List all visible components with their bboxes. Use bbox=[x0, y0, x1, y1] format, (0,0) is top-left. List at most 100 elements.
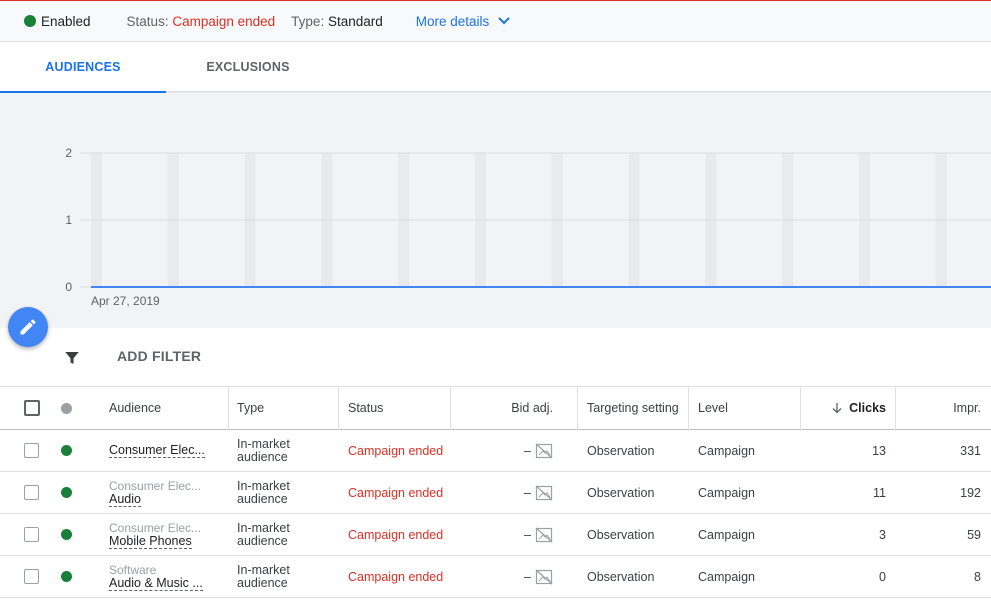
table-row[interactable]: Consumer Elec... Audio In-market audienc… bbox=[0, 472, 991, 514]
no-image-icon bbox=[535, 443, 553, 458]
chevron-down-icon bbox=[498, 17, 511, 25]
clicks-cell: 0 bbox=[879, 569, 886, 584]
level-cell: Campaign bbox=[698, 569, 755, 584]
table-row[interactable]: Consumer Elec... In-market audience Camp… bbox=[0, 430, 991, 472]
type-cell: In-market audience bbox=[237, 472, 290, 513]
audience-cell: Consumer Elec... Audio bbox=[109, 472, 201, 513]
enabled-dot-icon[interactable] bbox=[61, 445, 72, 456]
row-status: Campaign ended bbox=[348, 527, 444, 542]
row-status: Campaign ended bbox=[348, 443, 444, 458]
filter-bar: ADD FILTER bbox=[0, 328, 991, 386]
row-status-cell bbox=[61, 472, 72, 513]
tab-audiences[interactable]: AUDIENCES bbox=[0, 42, 166, 93]
row-checkbox[interactable] bbox=[24, 527, 39, 542]
row-checkbox[interactable] bbox=[24, 443, 39, 458]
row-status: Campaign ended bbox=[348, 485, 444, 500]
audience-name-link[interactable]: Consumer Elec... bbox=[109, 443, 205, 458]
table-row[interactable]: Software Audio & Music ... In-market aud… bbox=[0, 556, 991, 598]
enabled-dot-icon[interactable] bbox=[61, 529, 72, 540]
level-cell: Campaign bbox=[698, 485, 755, 500]
level-cell: Campaign bbox=[698, 527, 755, 542]
targeting-cell: Observation bbox=[587, 527, 655, 542]
type-line-1: In-market bbox=[237, 520, 290, 535]
header-targeting-setting[interactable]: Targeting setting bbox=[587, 387, 679, 429]
column-divider bbox=[577, 387, 578, 431]
tab-exclusions[interactable]: EXCLUSIONS bbox=[166, 42, 330, 92]
status-header-dot-icon bbox=[61, 402, 72, 414]
header-impr[interactable]: Impr. bbox=[895, 387, 981, 429]
impr-cell: 192 bbox=[960, 485, 981, 500]
no-image-icon bbox=[535, 485, 553, 500]
add-filter-button[interactable]: ADD FILTER bbox=[117, 348, 201, 364]
header-audience[interactable]: Audience bbox=[109, 387, 161, 429]
audience-name-link[interactable]: Audio bbox=[109, 492, 141, 507]
column-divider bbox=[228, 387, 229, 431]
clicks-cell: 11 bbox=[873, 485, 886, 500]
type-line-2: audience bbox=[237, 533, 288, 548]
select-all-checkbox[interactable] bbox=[24, 400, 40, 416]
filter-icon[interactable] bbox=[63, 349, 81, 367]
bid-adj-value: – bbox=[524, 527, 531, 542]
row-checkbox[interactable] bbox=[24, 485, 39, 500]
header-clicks[interactable]: Clicks bbox=[800, 387, 886, 429]
row-status-cell bbox=[61, 514, 72, 555]
bid-adj-value: – bbox=[524, 485, 531, 500]
header-type[interactable]: Type bbox=[237, 387, 264, 429]
audience-tabs: AUDIENCES EXCLUSIONS bbox=[0, 42, 991, 93]
type-line-1: In-market bbox=[237, 436, 290, 451]
edit-fab-button[interactable] bbox=[8, 307, 48, 347]
audiences-table: Audience Type Status Bid adj. Targeting … bbox=[0, 386, 991, 598]
type-cell: In-market audience bbox=[237, 514, 290, 555]
audience-name-link[interactable]: Mobile Phones bbox=[109, 534, 192, 549]
bid-adj-value: – bbox=[524, 443, 531, 458]
row-status-cell bbox=[61, 556, 72, 597]
header-clicks-label: Clicks bbox=[849, 401, 886, 415]
sort-down-arrow-icon bbox=[832, 403, 842, 414]
header-bid-adj[interactable]: Bid adj. bbox=[450, 387, 553, 429]
status-dot-header bbox=[61, 387, 72, 429]
level-cell: Campaign bbox=[698, 443, 755, 458]
pencil-icon bbox=[20, 319, 36, 335]
type-label: Type: bbox=[291, 13, 325, 29]
row-select-cell bbox=[24, 472, 39, 513]
enabled-dot-icon bbox=[24, 15, 36, 27]
table-header-row: Audience Type Status Bid adj. Targeting … bbox=[0, 386, 991, 431]
more-details-button[interactable]: More details bbox=[416, 14, 512, 29]
bid-adj-cell[interactable]: – bbox=[450, 430, 553, 471]
campaign-status-bar: Enabled Status: Campaign ended Type: Sta… bbox=[0, 0, 991, 42]
row-checkbox[interactable] bbox=[24, 569, 39, 584]
row-select-cell bbox=[24, 514, 39, 555]
header-status[interactable]: Status bbox=[348, 387, 383, 429]
type-line-1: In-market bbox=[237, 478, 290, 493]
audience-cell: Consumer Elec... Mobile Phones bbox=[109, 514, 201, 555]
type-value: Standard bbox=[327, 13, 383, 29]
header-level[interactable]: Level bbox=[698, 387, 728, 429]
clicks-cell: 3 bbox=[879, 527, 886, 542]
bid-adj-cell[interactable]: – bbox=[450, 514, 553, 555]
bid-adj-cell[interactable]: – bbox=[450, 556, 553, 597]
campaign-status: Status: Campaign ended bbox=[127, 14, 276, 29]
audience-cell: Consumer Elec... bbox=[109, 430, 205, 471]
type-line-2: audience bbox=[237, 449, 288, 464]
row-select-cell bbox=[24, 430, 39, 471]
enabled-dot-icon[interactable] bbox=[61, 571, 72, 582]
chart-svg: 0 1 2 Apr 27, 2019 bbox=[65, 146, 991, 308]
campaign-type: Type: Standard bbox=[291, 14, 383, 29]
targeting-cell: Observation bbox=[587, 569, 655, 584]
performance-chart: 0 1 2 Apr 27, 2019 bbox=[0, 93, 991, 328]
audience-name-link[interactable]: Audio & Music ... bbox=[109, 576, 203, 591]
y-tick-label: 0 bbox=[65, 280, 72, 294]
enabled-dot-icon[interactable] bbox=[61, 487, 72, 498]
more-details-label: More details bbox=[415, 13, 490, 29]
impr-cell: 331 bbox=[960, 443, 981, 458]
type-line-2: audience bbox=[237, 575, 288, 590]
audience-parent: Consumer Elec... bbox=[109, 520, 202, 535]
table-row[interactable]: Consumer Elec... Mobile Phones In-market… bbox=[0, 514, 991, 556]
enabled-status[interactable]: Enabled bbox=[24, 14, 91, 29]
row-select-cell bbox=[24, 556, 39, 597]
enabled-label: Enabled bbox=[41, 13, 91, 29]
clicks-cell: 13 bbox=[872, 443, 886, 458]
impr-cell: 8 bbox=[974, 569, 981, 584]
status-value: Campaign ended bbox=[172, 13, 276, 29]
bid-adj-cell[interactable]: – bbox=[450, 472, 553, 513]
